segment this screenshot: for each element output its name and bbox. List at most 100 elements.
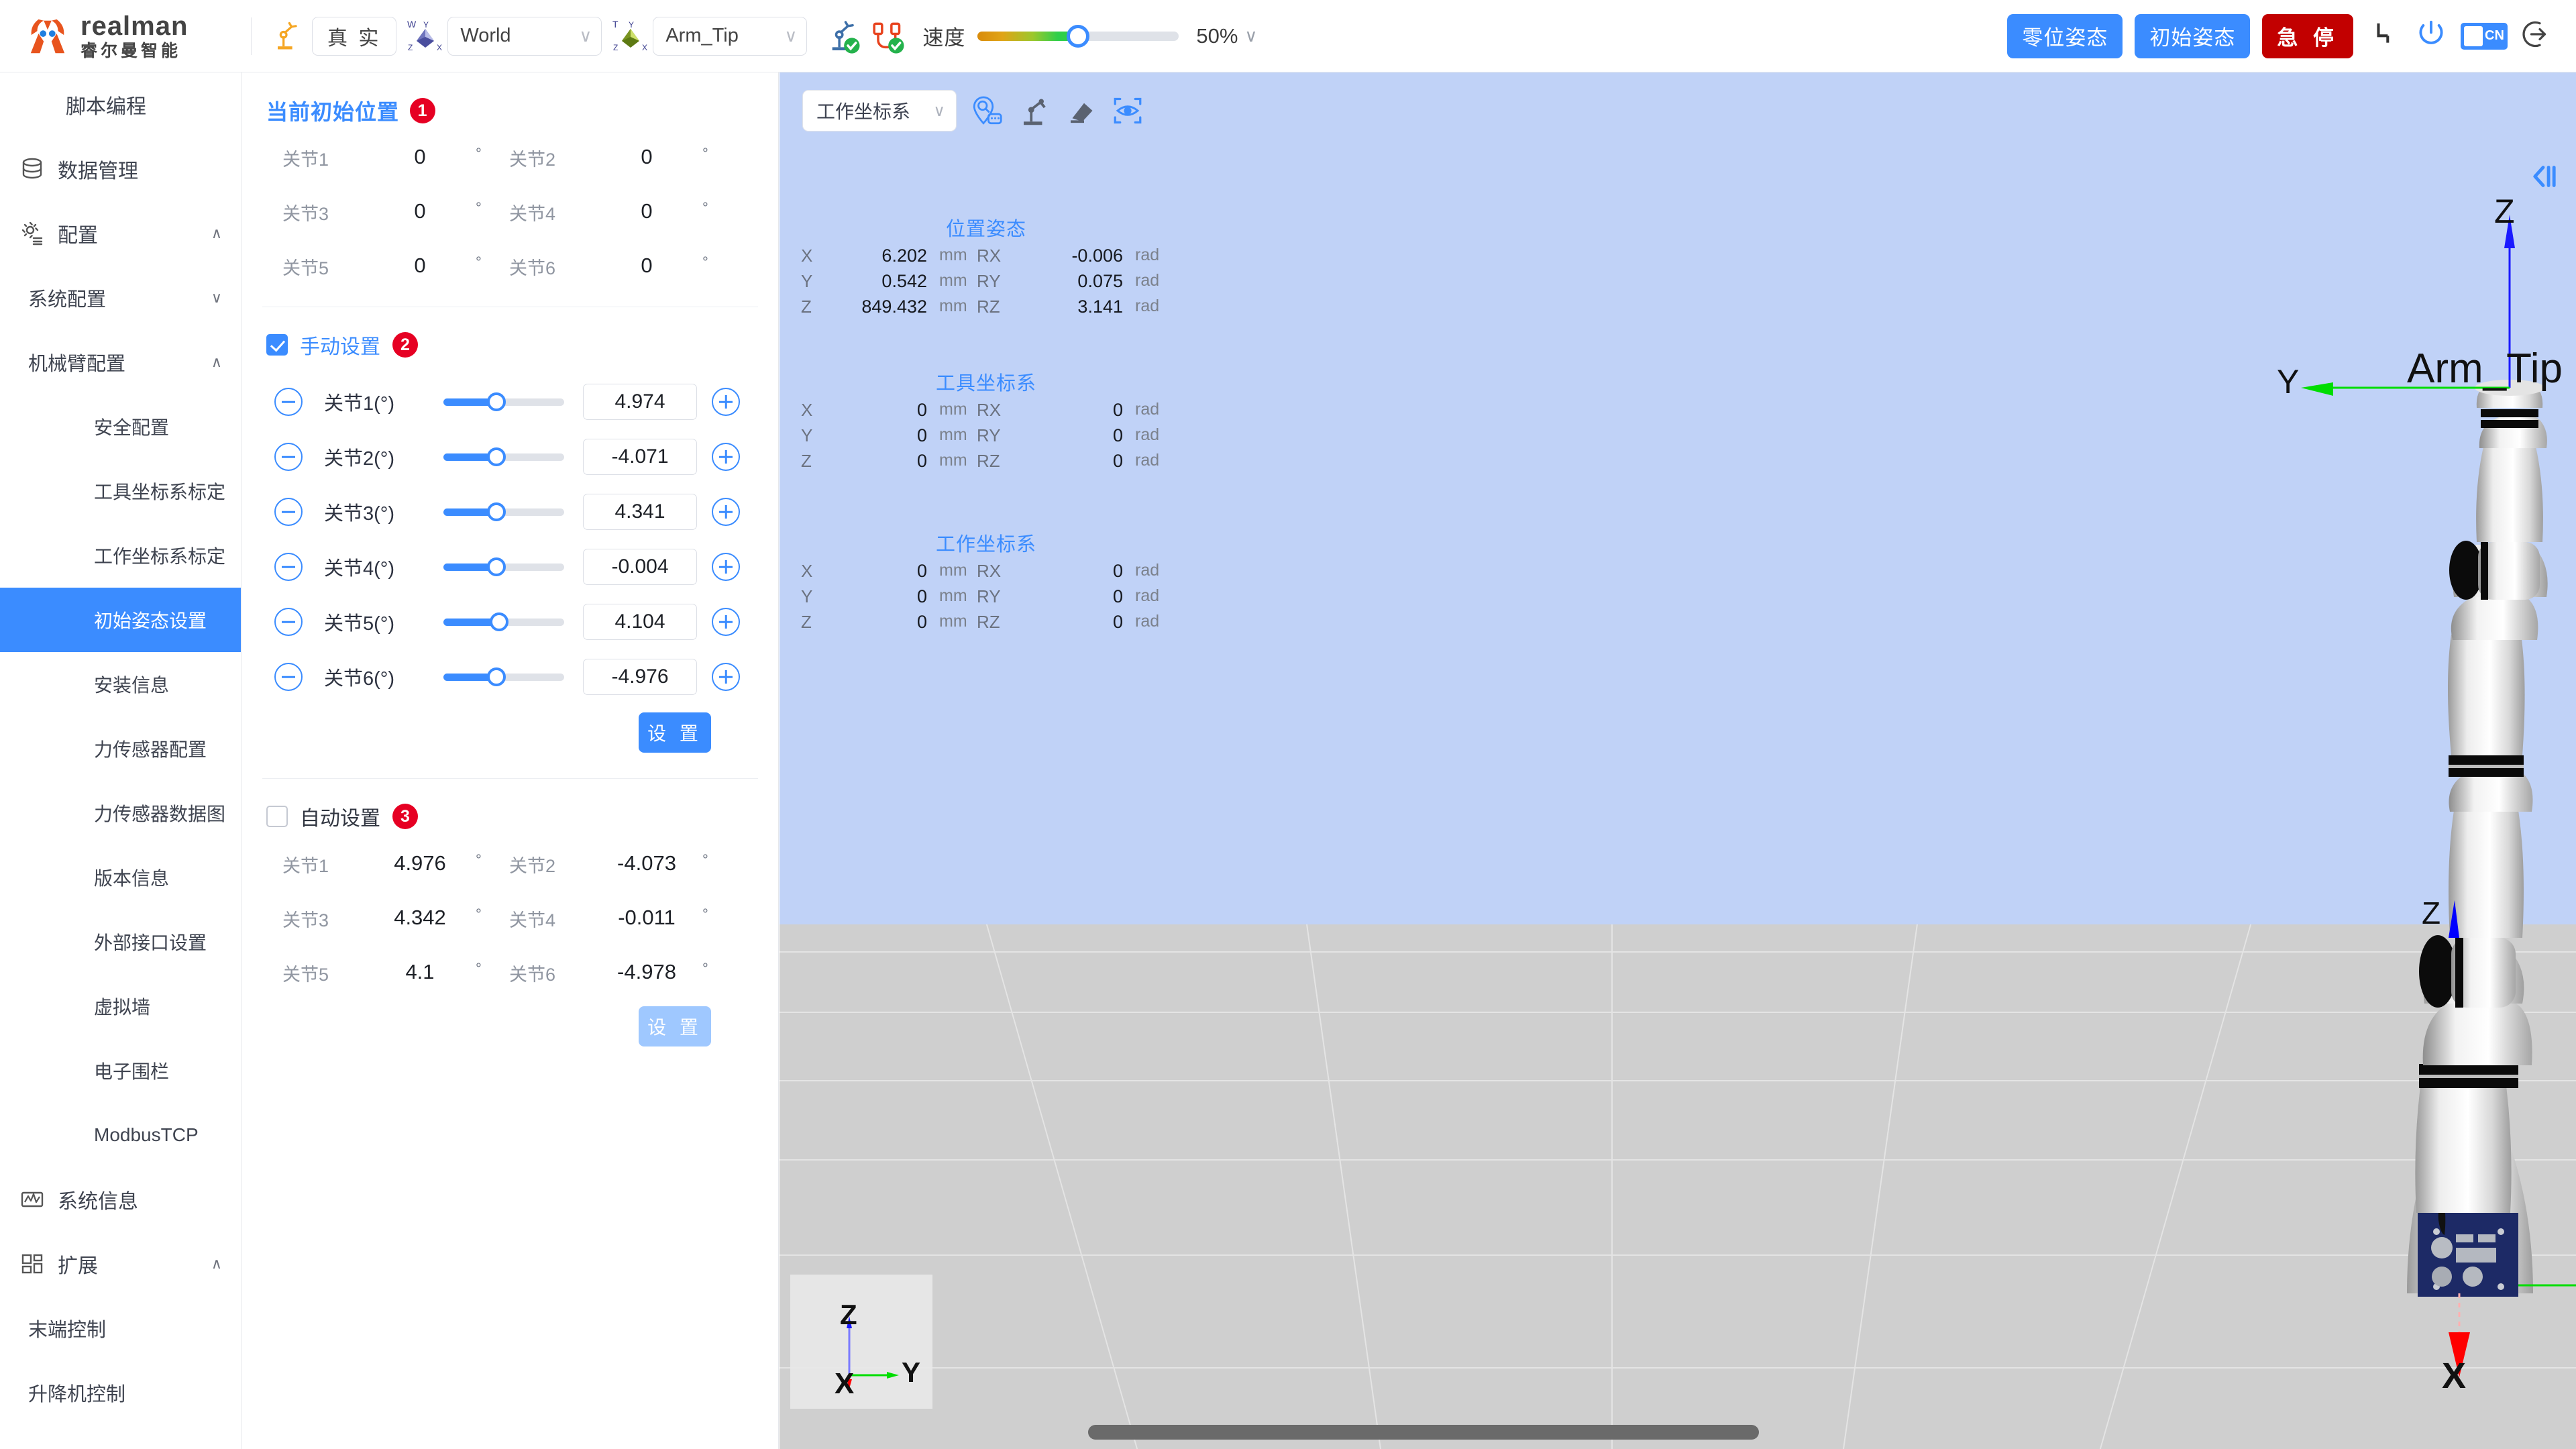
speed-slider-handle[interactable] — [1067, 24, 1090, 48]
sidebar-item-0[interactable]: 脚本编程 — [0, 72, 241, 137]
frame-select[interactable]: 工作坐标系 ∨ — [802, 90, 957, 131]
plus-circle-icon[interactable] — [712, 663, 740, 691]
sidebar-item-8[interactable]: 初始姿态设置 — [0, 588, 241, 652]
sidebar-item-label: 工作坐标系标定 — [94, 546, 226, 567]
joint-slider-track[interactable] — [443, 612, 564, 631]
plus-circle-icon[interactable] — [712, 608, 740, 636]
robot-model-icon[interactable] — [1017, 94, 1051, 127]
sidebar-item-18[interactable]: 扩展 ∧ — [0, 1232, 241, 1296]
joint-slider-row-5: 关节5(°) 4.104 — [274, 594, 778, 649]
sidebar-item-2[interactable]: 配置 ∧ — [0, 201, 241, 266]
plus-circle-icon[interactable] — [712, 498, 740, 526]
sidebar-item-5[interactable]: 安全配置 — [0, 394, 241, 459]
joint-value-input[interactable]: -4.976 — [583, 659, 697, 695]
scene-label-arm-tip: Arm_Tip — [2407, 345, 2563, 392]
axis-label: Y — [801, 271, 813, 291]
sidebar-item-14[interactable]: 虚拟墙 — [0, 974, 241, 1038]
joint-label: 关节3 — [282, 910, 329, 930]
joint-slider-track[interactable] — [443, 557, 564, 576]
sidebar-item-16[interactable]: ModbusTCP — [0, 1103, 241, 1167]
sidebar-item-label: 升降机控制 — [28, 1384, 126, 1405]
joint-slider-handle[interactable] — [487, 557, 506, 576]
joint-slider-handle[interactable] — [487, 667, 506, 686]
logout-icon[interactable] — [2520, 17, 2553, 54]
chevron-icon[interactable]: ∧ — [211, 1255, 222, 1273]
horizontal-scrollbar[interactable] — [1088, 1425, 1759, 1440]
cable-connected-icon — [869, 17, 906, 55]
joint-value-input[interactable]: 4.104 — [583, 604, 697, 640]
robot-arm-icon[interactable] — [269, 19, 304, 54]
speed-slider[interactable] — [977, 24, 1179, 48]
sidebar-item-label: 虚拟墙 — [94, 997, 151, 1018]
3d-viewport[interactable]: Z Y Arm_Tip Z Y X 工作坐标系 ∨ — [780, 72, 2576, 1449]
sidebar-item-20[interactable]: 升降机控制 — [0, 1360, 241, 1425]
joint-slider-track[interactable] — [443, 392, 564, 411]
sidebar-item-3[interactable]: 系统配置 ∨ — [0, 266, 241, 330]
sidebar-item-4[interactable]: 机械臂配置 ∧ — [0, 330, 241, 394]
minus-circle-icon[interactable] — [274, 443, 303, 471]
joint-slider-track[interactable] — [443, 667, 564, 686]
minus-circle-icon[interactable] — [274, 663, 303, 691]
zero-pose-button[interactable]: 零位姿态 — [2007, 13, 2123, 58]
sidebar-item-9[interactable]: 安装信息 — [0, 652, 241, 716]
sidebar-item-13[interactable]: 外部接口设置 — [0, 910, 241, 974]
axis-value: 6.202 — [881, 246, 927, 266]
sidebar-item-6[interactable]: 工具坐标系标定 — [0, 459, 241, 523]
joint-value-input[interactable]: 4.974 — [583, 384, 697, 420]
sidebar-item-17[interactable]: 系统信息 — [0, 1167, 241, 1232]
language-toggle-icon[interactable]: CN — [2461, 22, 2508, 50]
toolbar-divider — [251, 17, 252, 55]
auto-mode-row[interactable]: 自动设置 3 — [266, 802, 778, 831]
manual-mode-checkbox[interactable] — [266, 334, 288, 356]
initial-pose-button[interactable]: 初始姿态 — [2135, 13, 2251, 58]
minus-circle-icon[interactable] — [274, 498, 303, 526]
joint-corner-icon[interactable] — [2371, 19, 2402, 53]
tool-frame-select[interactable]: Arm_Tip ∨ — [653, 16, 808, 56]
emergency-stop-button[interactable]: 急 停 — [2262, 13, 2353, 58]
sidebar-item-15[interactable]: 电子围栏 — [0, 1038, 241, 1103]
joint-slider-handle[interactable] — [487, 447, 506, 466]
sidebar-item-12[interactable]: 版本信息 — [0, 845, 241, 910]
manual-mode-row[interactable]: 手动设置 2 — [266, 330, 778, 360]
chevron-icon[interactable]: ∧ — [211, 354, 222, 371]
sidebar-item-11[interactable]: 力传感器数据图 — [0, 781, 241, 845]
collapse-panel-icon[interactable] — [2525, 158, 2561, 198]
auto-mode-checkbox[interactable] — [266, 806, 288, 827]
sidebar-item-label: 末端控制 — [28, 1320, 107, 1341]
joint-slider-handle[interactable] — [487, 502, 506, 521]
plus-circle-icon[interactable] — [712, 553, 740, 581]
joint-value-input[interactable]: -4.071 — [583, 439, 697, 475]
joint-slider-label: 关节6(°) — [324, 668, 395, 690]
plus-circle-icon[interactable] — [712, 443, 740, 471]
eraser-icon[interactable] — [1064, 94, 1097, 127]
joint-slider-handle[interactable] — [489, 612, 508, 631]
current-position-label: 当前初始位置 — [266, 100, 400, 124]
joint-slider-handle[interactable] — [487, 392, 506, 411]
sidebar-item-1[interactable]: 数据管理 — [0, 137, 241, 201]
focus-eye-icon[interactable] — [1111, 94, 1144, 127]
chevron-down-icon[interactable]: ∨ — [1244, 25, 1257, 46]
world-frame-select[interactable]: World ∨ — [447, 16, 602, 56]
joint-value: -0.011 — [618, 906, 676, 929]
power-icon[interactable] — [2414, 17, 2449, 55]
joint-value-input[interactable]: 4.341 — [583, 494, 697, 530]
sidebar-item-label: 安全配置 — [94, 417, 170, 438]
sidebar-item-19[interactable]: 末端控制 — [0, 1296, 241, 1360]
minus-circle-icon[interactable] — [274, 388, 303, 416]
plus-circle-icon[interactable] — [712, 388, 740, 416]
chevron-icon[interactable]: ∨ — [211, 289, 222, 307]
point-search-icon[interactable] — [970, 94, 1004, 127]
manual-set-button[interactable]: 设 置 — [639, 712, 711, 753]
sidebar-item-label: 外部接口设置 — [94, 932, 207, 953]
joint-slider-track[interactable] — [443, 502, 564, 521]
joint-slider-track[interactable] — [443, 447, 564, 466]
joint-value-input[interactable]: -0.004 — [583, 549, 697, 585]
mode-button[interactable]: 真 实 — [312, 16, 397, 56]
joint-value: 0 — [641, 145, 653, 168]
minus-circle-icon[interactable] — [274, 553, 303, 581]
joint-slider-row-2: 关节2(°) -4.071 — [274, 429, 778, 484]
minus-circle-icon[interactable] — [274, 608, 303, 636]
sidebar-item-10[interactable]: 力传感器配置 — [0, 716, 241, 781]
sidebar-item-7[interactable]: 工作坐标系标定 — [0, 523, 241, 588]
chevron-icon[interactable]: ∧ — [211, 225, 222, 242]
